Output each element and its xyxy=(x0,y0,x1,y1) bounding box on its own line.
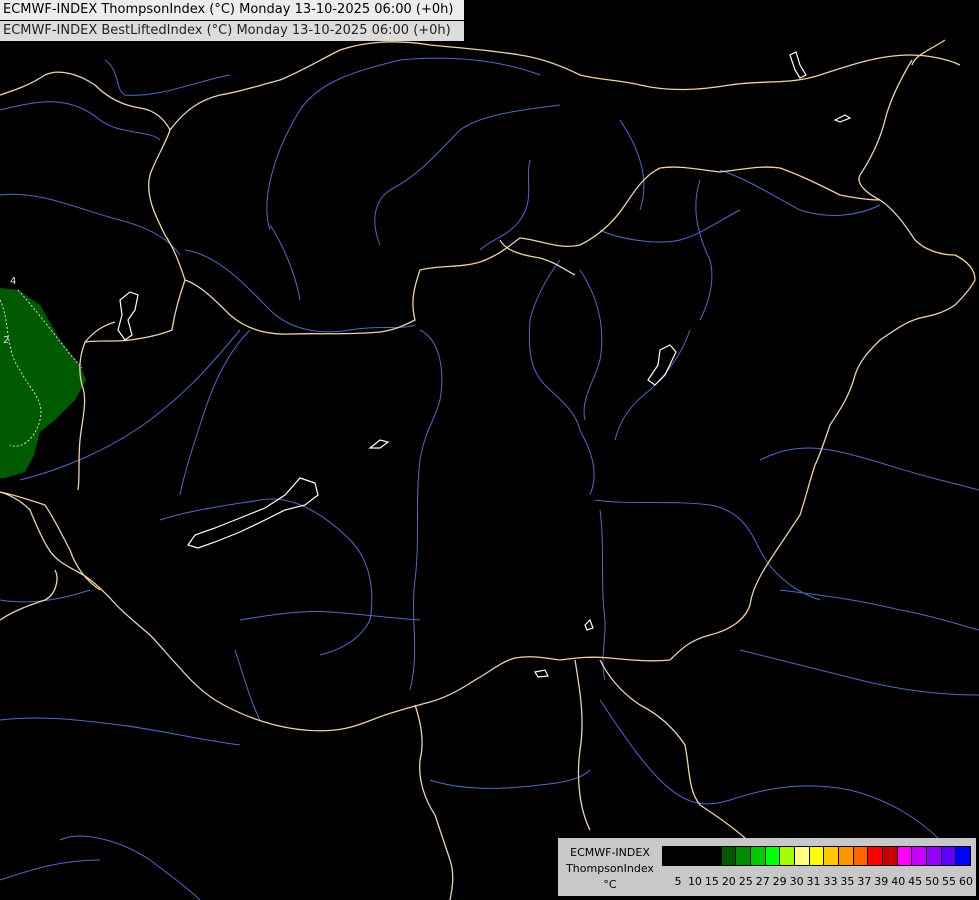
legend-swatch xyxy=(779,846,795,866)
legend-swatch xyxy=(911,846,927,866)
contour-label: 4 xyxy=(10,276,16,287)
legend-swatch xyxy=(794,846,810,866)
legend-swatch xyxy=(940,846,957,866)
legend-swatch xyxy=(838,846,854,866)
legend-swatch xyxy=(720,846,737,866)
legend-swatch xyxy=(955,846,971,866)
legend-swatch xyxy=(764,846,781,866)
legend-swatch xyxy=(823,846,839,866)
legend-swatch xyxy=(706,846,722,866)
legend-swatch xyxy=(882,846,898,866)
legend-parameter: ThompsonIndex xyxy=(566,862,654,875)
legend-model: ECMWF-INDEX xyxy=(570,846,650,859)
legend-swatch xyxy=(926,846,942,866)
color-legend: ECMWF-INDEX ThompsonIndex °C 5 10 15 20 25 27… xyxy=(558,838,976,896)
legend-swatch xyxy=(662,846,678,866)
legend-unit: °C xyxy=(603,878,617,891)
legend-swatch xyxy=(750,846,766,866)
weather-map: 4 2 xyxy=(0,0,979,900)
legend-swatch xyxy=(852,846,869,866)
legend-swatch xyxy=(867,846,883,866)
map-title-secondary: ECMWF-INDEX BestLiftedIndex (°C) Monday … xyxy=(0,21,464,41)
legend-swatch xyxy=(691,846,707,866)
legend-swatch xyxy=(735,846,751,866)
legend-swatch xyxy=(676,846,693,866)
map-title-primary: ECMWF-INDEX ThompsonIndex (°C) Monday 13… xyxy=(0,0,464,20)
contour-label: 2 xyxy=(3,335,9,346)
legend-tick-label: 60 xyxy=(959,875,973,888)
legend-swatch xyxy=(808,846,825,866)
legend-swatch xyxy=(896,846,913,866)
